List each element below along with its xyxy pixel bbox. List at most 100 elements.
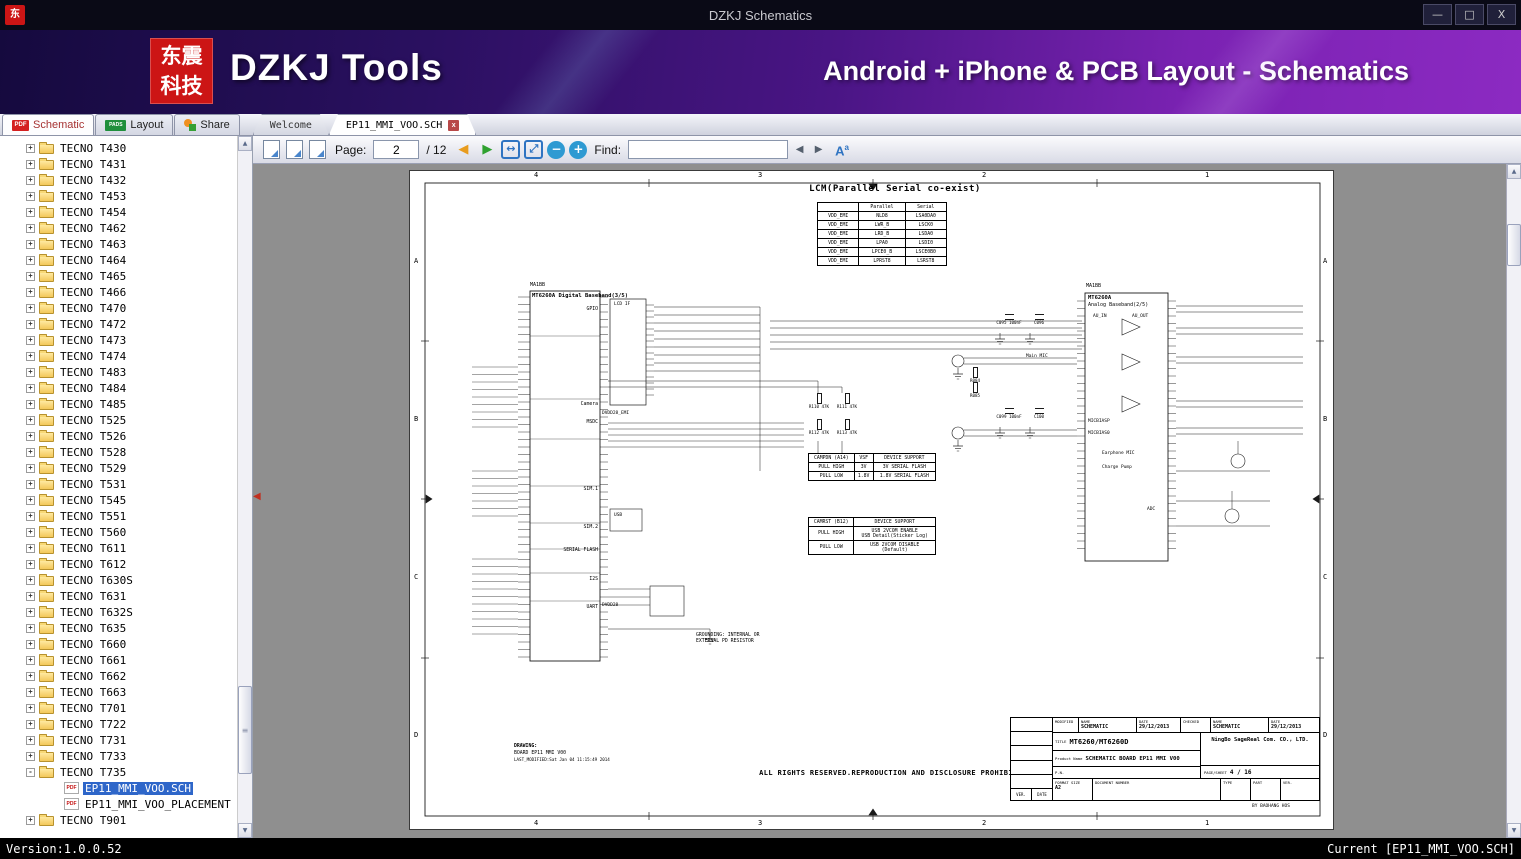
expand-expander-icon[interactable]: +	[26, 415, 35, 425]
tab-schematic[interactable]: PDF Schematic	[2, 114, 95, 135]
expand-expander-icon[interactable]: +	[26, 559, 35, 569]
tree-folder-item[interactable]: + TECNO T430	[0, 140, 237, 156]
expand-expander-icon[interactable]: +	[26, 447, 35, 457]
find-previous-icon[interactable]: ◀	[792, 141, 807, 159]
tree-folder-item[interactable]: + TECNO T631	[0, 588, 237, 604]
tree-folder-item[interactable]: + TECNO T463	[0, 236, 237, 252]
tree-folder-item[interactable]: + TECNO T733	[0, 748, 237, 764]
find-input[interactable]	[628, 140, 789, 159]
tree-folder-item[interactable]: + TECNO T901	[0, 812, 237, 828]
zoom-out-button[interactable]: −	[547, 140, 566, 159]
tree-folder-item[interactable]: + TECNO T663	[0, 684, 237, 700]
tree-folder-item[interactable]: + TECNO T525	[0, 412, 237, 428]
tree-folder-item[interactable]: + TECNO T472	[0, 316, 237, 332]
expand-expander-icon[interactable]: +	[26, 687, 35, 697]
document-canvas[interactable]: LCM(Parallel Serial co-exist) Parallel Se…	[253, 164, 1506, 838]
expand-expander-icon[interactable]: +	[26, 479, 35, 489]
page-number-input[interactable]	[373, 140, 420, 159]
expand-expander-icon[interactable]: +	[26, 319, 35, 329]
expand-expander-icon[interactable]: +	[26, 271, 35, 281]
expand-expander-icon[interactable]: +	[26, 463, 35, 473]
expand-expander-icon[interactable]: +	[26, 383, 35, 393]
expand-expander-icon[interactable]: +	[26, 223, 35, 233]
tree-folder-item[interactable]: + TECNO T432	[0, 172, 237, 188]
expand-expander-icon[interactable]: +	[26, 143, 35, 153]
splitter-collapse-icon[interactable]: ◀	[253, 491, 261, 502]
expand-expander-icon[interactable]: +	[26, 639, 35, 649]
tree-file-item[interactable]: PDF EP11_MMI_VOO.SCH	[0, 780, 237, 796]
expand-expander-icon[interactable]: +	[26, 239, 35, 249]
expand-expander-icon[interactable]: +	[26, 623, 35, 633]
previous-page-button[interactable]: ◀	[453, 141, 473, 159]
tree-folder-item[interactable]: + TECNO T612	[0, 556, 237, 572]
tree-folder-item[interactable]: + TECNO T630S	[0, 572, 237, 588]
tree-folder-item[interactable]: + TECNO T632S	[0, 604, 237, 620]
maximize-button[interactable]: □	[1455, 4, 1484, 25]
tree-folder-item[interactable]: + TECNO T545	[0, 492, 237, 508]
minimize-button[interactable]: —	[1423, 4, 1452, 25]
tree-folder-item[interactable]: + TECNO T462	[0, 220, 237, 236]
tree-folder-item[interactable]: + TECNO T485	[0, 396, 237, 412]
facing-pages-icon[interactable]	[286, 140, 303, 159]
tree-folder-item[interactable]: + TECNO T526	[0, 428, 237, 444]
expand-expander-icon[interactable]: +	[26, 303, 35, 313]
scroll-down-icon[interactable]: ▼	[238, 823, 252, 838]
expand-expander-icon[interactable]: +	[26, 399, 35, 409]
expand-expander-icon[interactable]: +	[26, 287, 35, 297]
expand-expander-icon[interactable]: +	[26, 511, 35, 521]
collapse-expander-icon[interactable]: -	[26, 767, 35, 777]
expand-expander-icon[interactable]: +	[26, 703, 35, 713]
tab-layout[interactable]: PADS Layout	[95, 114, 174, 135]
tree-folder-item[interactable]: + TECNO T635	[0, 620, 237, 636]
expand-expander-icon[interactable]: +	[26, 751, 35, 761]
scroll-up-icon[interactable]: ▲	[1507, 164, 1521, 179]
tree-folder-item[interactable]: + TECNO T722	[0, 716, 237, 732]
tree-folder-item[interactable]: + TECNO T454	[0, 204, 237, 220]
scroll-down-icon[interactable]: ▼	[1507, 823, 1521, 838]
tree-folder-item[interactable]: + TECNO T465	[0, 268, 237, 284]
tree-folder-item[interactable]: + TECNO T662	[0, 668, 237, 684]
single-page-icon[interactable]	[263, 140, 280, 159]
expand-expander-icon[interactable]: +	[26, 527, 35, 537]
expand-expander-icon[interactable]: +	[26, 735, 35, 745]
tree-folder-item[interactable]: + TECNO T431	[0, 156, 237, 172]
document-tab[interactable]: Welcome	[253, 114, 329, 135]
expand-expander-icon[interactable]: +	[26, 607, 35, 617]
expand-expander-icon[interactable]: +	[26, 671, 35, 681]
expand-expander-icon[interactable]: +	[26, 335, 35, 345]
expand-expander-icon[interactable]: +	[26, 207, 35, 217]
tree-folder-item[interactable]: + TECNO T453	[0, 188, 237, 204]
match-case-icon[interactable]: Aa	[835, 139, 849, 160]
tree-folder-item[interactable]: + TECNO T701	[0, 700, 237, 716]
tree-folder-item[interactable]: + TECNO T528	[0, 444, 237, 460]
zoom-in-button[interactable]: +	[569, 140, 588, 159]
scroll-up-icon[interactable]: ▲	[238, 136, 252, 151]
main-scrollbar-thumb[interactable]	[1507, 224, 1521, 266]
tree-folder-item[interactable]: + TECNO T611	[0, 540, 237, 556]
expand-expander-icon[interactable]: +	[26, 495, 35, 505]
expand-expander-icon[interactable]: +	[26, 175, 35, 185]
expand-expander-icon[interactable]: +	[26, 655, 35, 665]
main-scrollbar[interactable]: ▲ ▼	[1506, 164, 1521, 838]
expand-expander-icon[interactable]: +	[26, 255, 35, 265]
close-button[interactable]: X	[1487, 4, 1516, 25]
tree-folder-item[interactable]: + TECNO T466	[0, 284, 237, 300]
tree-folder-item[interactable]: + TECNO T551	[0, 508, 237, 524]
tree-folder-item[interactable]: + TECNO T484	[0, 380, 237, 396]
tree-scrollbar[interactable]: ▲ ≡ ▼	[237, 136, 252, 838]
expand-expander-icon[interactable]: +	[26, 543, 35, 553]
expand-expander-icon[interactable]: +	[26, 815, 35, 825]
document-tab[interactable]: EP11_MMI_VOO.SCH x	[329, 114, 476, 135]
tree-folder-item[interactable]: + TECNO T483	[0, 364, 237, 380]
expand-expander-icon[interactable]: +	[26, 367, 35, 377]
tree-folder-item[interactable]: + TECNO T470	[0, 300, 237, 316]
tree-folder-item[interactable]: + TECNO T473	[0, 332, 237, 348]
fit-page-icon[interactable]: ⤢	[524, 140, 544, 159]
tree-folder-item[interactable]: + TECNO T661	[0, 652, 237, 668]
expand-expander-icon[interactable]: +	[26, 191, 35, 201]
expand-expander-icon[interactable]: +	[26, 351, 35, 361]
tree-folder-item[interactable]: + TECNO T474	[0, 348, 237, 364]
tree-file-item[interactable]: PDF EP11_MMI_VOO_PLACEMENT	[0, 796, 237, 812]
tree-folder-item[interactable]: + TECNO T731	[0, 732, 237, 748]
tree-folder-item[interactable]: + TECNO T531	[0, 476, 237, 492]
